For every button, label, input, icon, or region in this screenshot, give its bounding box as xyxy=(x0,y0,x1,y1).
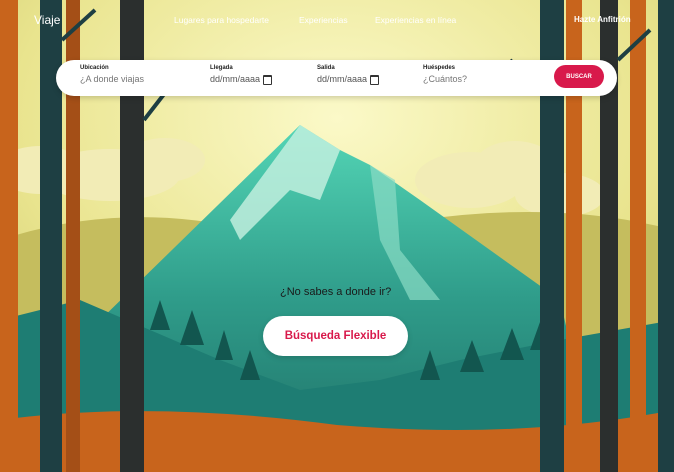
departure-date-value: dd/mm/aaaa xyxy=(317,74,368,84)
become-host-link[interactable]: Hazte Anfitrión xyxy=(574,15,631,24)
nav-link-experiences[interactable]: Experiencias xyxy=(299,15,348,25)
guests-input[interactable] xyxy=(423,74,523,84)
nav-link-online-experiences[interactable]: Experiencias en línea xyxy=(375,15,456,25)
nav-link-stays[interactable]: Lugares para hospedarte xyxy=(174,15,269,25)
arrival-date-value: dd/mm/aaaa xyxy=(210,74,261,84)
arrival-date-input[interactable]: dd/mm/aaaa xyxy=(210,74,273,85)
brand-logo[interactable]: Viaje xyxy=(34,13,60,27)
guests-label: Huéspedes xyxy=(423,65,456,71)
search-bar: Ubicación Llegada dd/mm/aaaa Salida dd/m… xyxy=(56,60,617,96)
departure-date-input[interactable]: dd/mm/aaaa xyxy=(317,74,380,85)
location-value-wrapper xyxy=(80,74,180,84)
calendar-icon[interactable] xyxy=(263,74,273,85)
hero-question: ¿No sabes a donde ir? xyxy=(280,286,392,298)
location-input[interactable] xyxy=(80,74,180,84)
search-button[interactable]: BUSCAR xyxy=(554,65,604,88)
page: Viaje Lugares para hospedarte Experienci… xyxy=(0,0,674,472)
calendar-icon[interactable] xyxy=(370,74,380,85)
guests-value-wrapper xyxy=(423,74,523,84)
top-navigation: Viaje Lugares para hospedarte Experienci… xyxy=(0,0,674,40)
departure-label: Salida xyxy=(317,65,335,71)
location-field-group: Ubicación xyxy=(80,65,180,84)
location-label: Ubicación xyxy=(80,65,109,71)
guests-field-group: Huéspedes xyxy=(423,65,523,84)
flexible-search-button[interactable]: Búsqueda Flexible xyxy=(263,316,408,356)
arrival-label: Llegada xyxy=(210,65,233,71)
departure-field-group: Salida dd/mm/aaaa xyxy=(317,65,380,85)
arrival-field-group: Llegada dd/mm/aaaa xyxy=(210,65,273,85)
